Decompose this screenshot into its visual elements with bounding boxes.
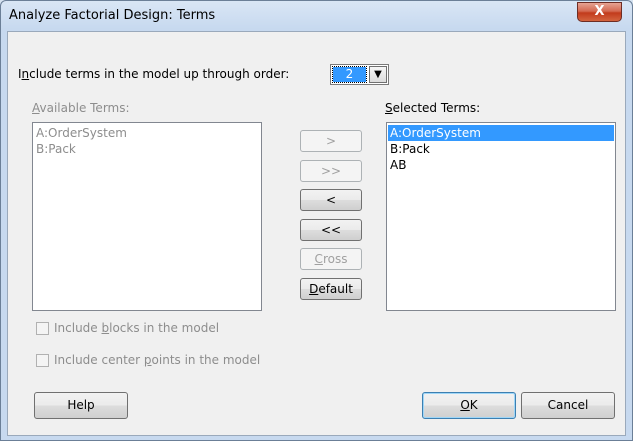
order-dropdown[interactable]: 2 ▼	[330, 64, 389, 85]
list-item[interactable]: B:Pack	[390, 141, 612, 157]
chevron-down-icon[interactable]: ▼	[369, 66, 387, 83]
title-bar[interactable]: Analyze Factorial Design: Terms X	[1, 1, 632, 31]
list-item[interactable]: B:Pack	[36, 141, 258, 157]
remove-all-button[interactable]: <<	[300, 219, 362, 241]
add-button[interactable]: >	[300, 130, 362, 152]
dialog-body: Include terms in the model up through or…	[7, 31, 626, 436]
cancel-button[interactable]: Cancel	[521, 392, 615, 419]
dialog-window: Analyze Factorial Design: Terms X Includ…	[0, 0, 633, 441]
available-terms-header: Available Terms:	[32, 101, 130, 115]
order-value: 2	[332, 66, 367, 83]
remove-button[interactable]: <	[300, 189, 362, 211]
cross-button[interactable]: Cross	[300, 248, 362, 270]
include-blocks-checkbox[interactable]	[36, 322, 49, 335]
close-icon: X	[594, 4, 605, 19]
list-item[interactable]: A:OrderSystem	[36, 125, 258, 141]
ok-button[interactable]: OK	[422, 392, 516, 419]
window-title: Analyze Factorial Design: Terms	[9, 8, 216, 23]
help-button[interactable]: Help	[34, 392, 128, 419]
order-label: Include terms in the model up through or…	[18, 67, 290, 81]
available-terms-list[interactable]: A:OrderSystem B:Pack	[32, 122, 262, 311]
selected-terms-header: Selected Terms:	[385, 101, 481, 115]
include-center-points-label: Include center points in the model	[54, 353, 261, 367]
list-item[interactable]: AB	[390, 157, 612, 173]
include-blocks-label: Include blocks in the model	[54, 321, 220, 335]
add-all-button[interactable]: >>	[300, 160, 362, 182]
include-center-points-checkbox[interactable]	[36, 354, 49, 367]
list-item[interactable]: A:OrderSystem	[388, 125, 614, 141]
close-button[interactable]: X	[577, 2, 622, 22]
default-button[interactable]: Default	[300, 278, 362, 300]
selected-terms-list[interactable]: A:OrderSystem B:Pack AB	[386, 122, 616, 311]
